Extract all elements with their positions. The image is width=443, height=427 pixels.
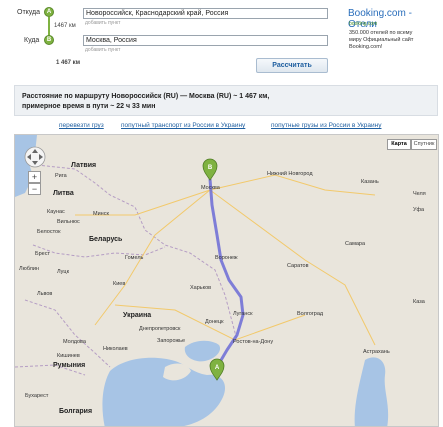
label-rostov: Ростов-на-Дону: [233, 339, 273, 345]
to-marker-icon: B: [44, 35, 54, 45]
marker-a-label: A: [215, 365, 220, 371]
label-vilnius: Вильнюс: [57, 219, 80, 225]
label-belarus: Беларусь: [89, 236, 123, 243]
zoom-out-button[interactable]: −: [28, 183, 41, 195]
label-romania: Румыния: [53, 362, 85, 369]
label-lutsk: Луцк: [57, 269, 70, 275]
zoom-in-button[interactable]: +: [28, 171, 41, 183]
label-volgograd: Волгоград: [297, 311, 324, 317]
map-canvas[interactable]: B A Латвия Рига Литва Каунас Вильнюс Мин…: [15, 135, 439, 427]
label-lublin: Люблин: [19, 266, 39, 272]
link-ship-cargo[interactable]: перевезти груз: [59, 122, 104, 129]
segment-distance: 1467 км: [54, 23, 76, 29]
label-saratov: Саратов: [287, 263, 309, 269]
label-lviv: Львов: [37, 291, 52, 297]
label-mykolaiv: Николаев: [103, 346, 128, 352]
label-voronezh: Воронеж: [215, 255, 238, 261]
label-chelyabinsk: Челя: [413, 191, 426, 197]
label-kazan: Казань: [361, 179, 379, 185]
label-riga: Рига: [55, 173, 68, 179]
link-transport-ru-ua[interactable]: попутный транспорт из России в Украину: [121, 122, 245, 129]
label-moscow: Москва: [201, 185, 221, 191]
to-label: Куда: [24, 37, 40, 44]
label-donetsk: Донецк: [205, 319, 224, 325]
label-lugansk: Луганск: [233, 311, 253, 317]
from-marker-icon: A: [44, 7, 54, 17]
label-bucharest: Бухарест: [25, 393, 49, 399]
route-summary: Расстояние по маршруту Новороссийск (RU)…: [14, 85, 438, 116]
calculate-button[interactable]: Рассчитать: [256, 58, 328, 73]
link-cargo-ru-ua[interactable]: попутные грузы из России в Украину: [271, 122, 381, 129]
ad-text-1: 350.000 отелей по всему: [349, 30, 413, 36]
summary-line-1: Расстояние по маршруту Новороссийск (RU)…: [22, 93, 270, 100]
total-distance: 1 467 км: [56, 60, 81, 66]
label-brest: Брест: [35, 251, 50, 257]
from-input[interactable]: Новороссийск, Краснодарский край, Россия: [83, 8, 328, 19]
label-ufa: Уфа: [413, 207, 425, 213]
label-samara: Самара: [345, 241, 366, 247]
ad-text-2: миру Официальный сайт: [349, 37, 414, 43]
label-latvia: Латвия: [71, 162, 96, 169]
map-type-satellite-button[interactable]: Спутник: [411, 139, 437, 150]
route-map[interactable]: B A Латвия Рига Литва Каунас Вильнюс Мин…: [14, 134, 439, 427]
summary-line-2: примерное время в пути ~ 22 ч 33 мин: [22, 103, 156, 110]
from-label: Откуда: [17, 9, 41, 16]
label-bulgaria: Болгария: [59, 408, 92, 415]
label-moldova: Молдова: [63, 339, 87, 345]
label-dnipro: Днепропетровск: [139, 326, 181, 332]
label-ukraine: Украина: [123, 312, 151, 319]
marker-b-label: B: [208, 165, 213, 171]
label-kharkiv: Харьков: [190, 285, 211, 291]
to-input[interactable]: Москва, Россия: [83, 35, 328, 46]
route-connector: [48, 17, 50, 36]
add-point-link[interactable]: добавить пункт: [85, 20, 120, 26]
label-minsk: Минск: [93, 211, 109, 217]
ad-text-3: Booking.com!: [349, 44, 383, 50]
label-kyiv: Киев: [113, 281, 125, 287]
pan-control[interactable]: [24, 146, 46, 168]
label-astrakhan: Астрахань: [363, 349, 390, 355]
label-kaunas: Каунас: [47, 209, 65, 215]
label-bialystok: Белосток: [37, 229, 61, 235]
label-kishinev: Кишинев: [57, 353, 80, 359]
label-gomel: Гомель: [125, 255, 144, 261]
label-nizhny-novgorod: Нижний Новгород: [267, 170, 313, 177]
ad-url[interactable]: booking.com: [349, 21, 377, 27]
label-zaporizhzhia: Запорожье: [157, 338, 185, 344]
label-lithuania: Литва: [53, 190, 74, 197]
map-type-map-button[interactable]: Карта: [387, 139, 411, 150]
label-kazakhstan: Каза: [413, 299, 426, 305]
add-point-link-2[interactable]: добавить пункт: [85, 47, 120, 53]
